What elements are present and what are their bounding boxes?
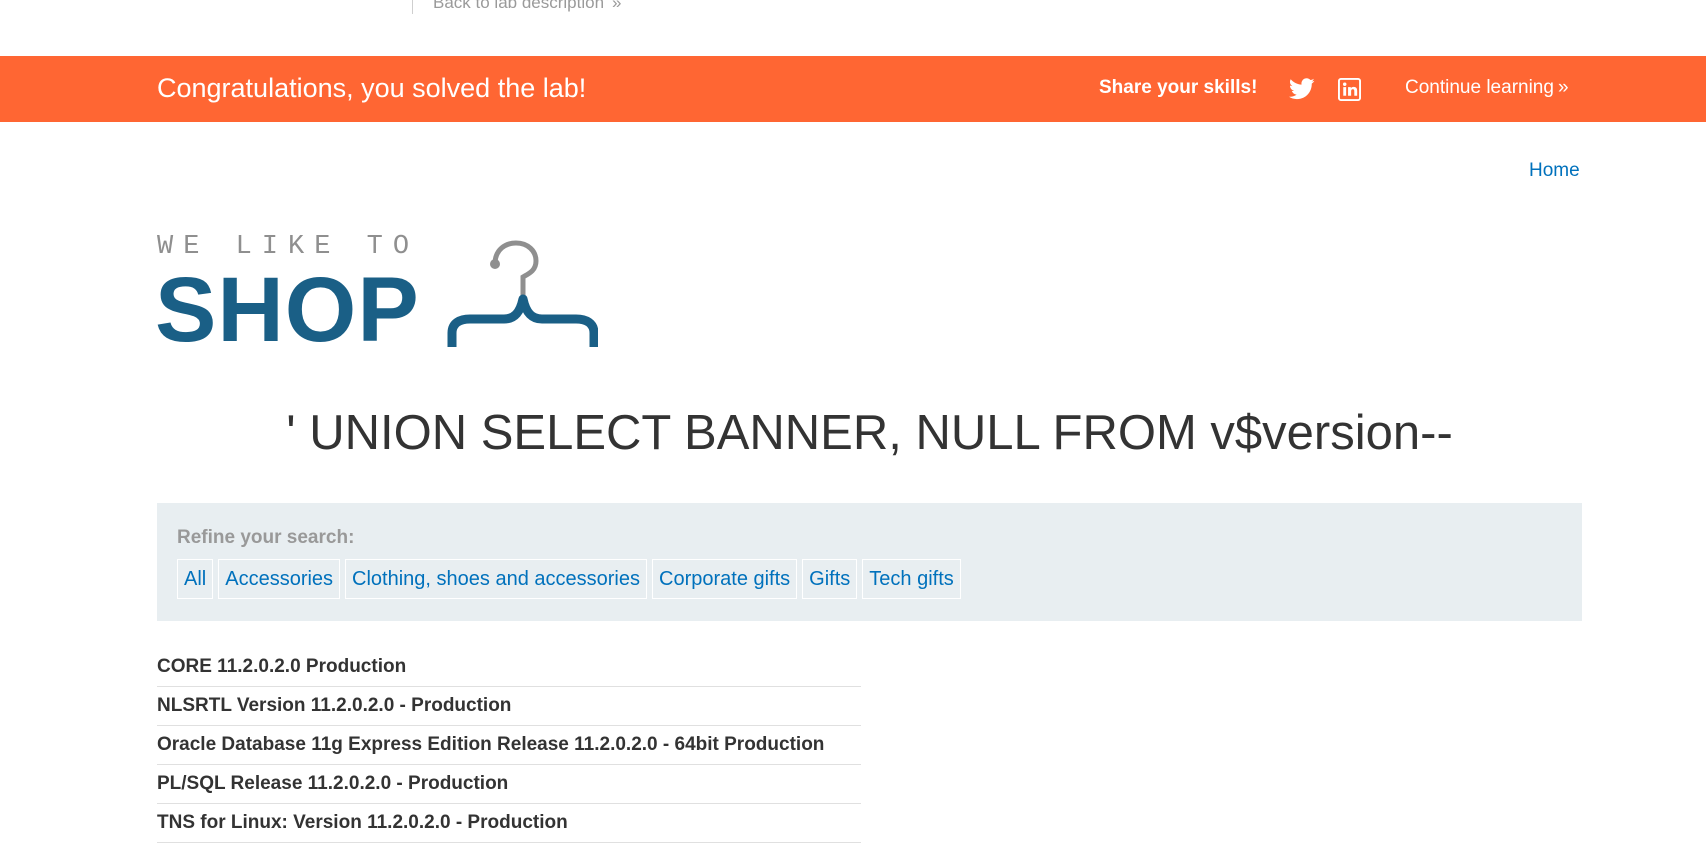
table-row: NLSRTL Version 11.2.0.2.0 - Production [157,687,861,726]
lab-header: Back to lab description » [0,0,1706,56]
continue-learning-label: Continue learning [1405,77,1554,98]
refine-search-label: Refine your search: [177,527,355,548]
double-chevron-right-icon: » [612,0,622,12]
table-row: TNS for Linux: Version 11.2.0.2.0 - Prod… [157,804,861,843]
logo-wordmark: SHOP [155,259,420,361]
category-filter-tech-gifts[interactable]: Tech gifts [862,559,961,599]
table-row: CORE 11.2.0.2.0 Production [157,648,861,687]
continue-learning-link[interactable]: Continue learning» [1405,77,1569,99]
category-filter-all[interactable]: All [177,559,214,599]
table-row: Oracle Database 11g Express Edition Rele… [157,726,861,765]
share-skills-label: Share your skills! [1099,77,1258,98]
table-row: PL/SQL Release 11.2.0.2.0 - Production [157,765,861,804]
category-filter-accessories[interactable]: Accessories [218,559,341,599]
hanger-icon [447,240,598,347]
back-to-lab-description-link[interactable]: Back to lab description » [433,0,622,13]
header-divider [412,0,413,14]
linkedin-icon[interactable] [1338,78,1361,101]
search-results-heading: ' UNION SELECT BANNER, NULL FROM v$versi… [286,406,1453,460]
double-chevron-right-icon: » [1557,77,1569,98]
category-filter-corporate-gifts[interactable]: Corporate gifts [652,559,798,599]
solved-message: Congratulations, you solved the lab! [157,73,587,103]
category-filter-gifts[interactable]: Gifts [802,559,858,599]
twitter-icon[interactable] [1289,78,1315,100]
category-filter-clothing-shoes-accessories[interactable]: Clothing, shoes and accessories [345,559,647,599]
lab-solved-banner: Congratulations, you solved the lab! Sha… [0,56,1706,122]
shop-logo[interactable]: WE LIKE TO SHOP [155,232,605,361]
back-link-label: Back to lab description [433,0,605,12]
refine-search-panel: Refine your search: All Accessories Clot… [157,503,1582,621]
category-filter-list: All Accessories Clothing, shoes and acce… [177,559,961,599]
results-table: CORE 11.2.0.2.0 Production NLSRTL Versio… [157,648,861,843]
home-link[interactable]: Home [1529,160,1580,182]
